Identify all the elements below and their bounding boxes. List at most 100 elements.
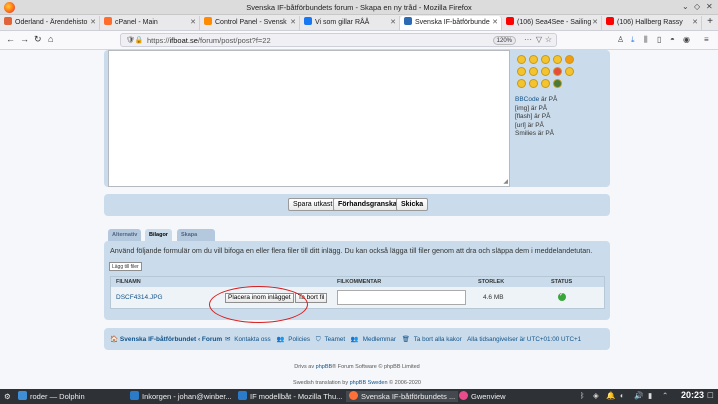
page-actions-icon[interactable]: ···	[524, 35, 532, 44]
smiley-icon[interactable]	[541, 67, 550, 76]
smiley-icon[interactable]	[541, 55, 550, 64]
back-icon[interactable]: ←	[6, 34, 15, 44]
taskbar-item-firefox[interactable]: Svenska IF-båtförbundets ...	[346, 391, 459, 402]
url-text[interactable]: https://ifboat.se/forum/post/post?f=22	[147, 36, 271, 45]
breadcrumb-home[interactable]: Svenska IF-båtförbundet	[120, 336, 196, 343]
bluetooth-icon[interactable]: ᛒ	[580, 391, 585, 400]
close-window-icon[interactable]: ✕	[706, 2, 713, 11]
oderland-favicon-icon	[4, 17, 12, 25]
taskbar-item-gwenview[interactable]: Gwenview	[459, 391, 506, 402]
tab-youtube-hallberg[interactable]: (106) Hallberg Rassy ✕	[602, 16, 702, 30]
message-textarea[interactable]: ◢	[108, 50, 510, 187]
smiley-icon[interactable]	[529, 67, 538, 76]
resize-grip-icon[interactable]: ◢	[503, 178, 508, 185]
breadcrumb-forum[interactable]: Forum	[202, 336, 222, 343]
smiley-icon[interactable]	[517, 55, 526, 64]
menu-icon[interactable]: ≡	[704, 35, 709, 44]
send-button[interactable]: Skicka	[396, 198, 429, 211]
sidebar-icon[interactable]: ▯	[657, 35, 661, 44]
show-desktop-icon[interactable]: ☐	[707, 391, 714, 400]
smiley-icon[interactable]	[541, 79, 550, 88]
tab-label: cPanel - Main	[115, 19, 158, 26]
minimize-icon[interactable]: ⌄	[682, 2, 689, 11]
flash-line: [flash] är PÅ	[515, 113, 551, 120]
add-files-button[interactable]: Lägg till filer	[109, 262, 142, 271]
close-tab-icon[interactable]: ✕	[592, 16, 598, 30]
tab-options[interactable]: Alternativ	[108, 229, 142, 241]
tab-attachments[interactable]: Bilagor	[145, 229, 172, 241]
close-tab-icon[interactable]: ✕	[390, 16, 396, 30]
tray-expand-icon[interactable]: ⌃	[662, 391, 668, 400]
new-tab-icon[interactable]: +	[707, 16, 713, 27]
home-icon: 🏠	[110, 336, 119, 343]
smiley-icon[interactable]	[517, 67, 526, 76]
tab-poll[interactable]: Skapa omröstning	[177, 229, 216, 250]
phpbb-link[interactable]: phpBB	[316, 364, 333, 370]
timezone-text: Alla tidsangivelser är UTC+01:00 UTC+1	[467, 336, 582, 343]
battery-icon[interactable]: ▮	[648, 391, 652, 400]
policies-link[interactable]: Policies	[288, 336, 310, 343]
bbcode-link[interactable]: BBCode	[515, 96, 539, 103]
mask-icon[interactable]: ◓	[670, 35, 675, 44]
tab-youtube-sea4see[interactable]: (106) Sea4See - Sailing ✕	[502, 16, 602, 30]
file-comment-input[interactable]	[337, 290, 466, 305]
delete-cookies-link[interactable]: Ta bort alla kakor	[414, 336, 462, 343]
downloads-icon[interactable]: ⤓	[631, 35, 635, 45]
smiley-icon[interactable]	[553, 67, 562, 76]
updates-icon[interactable]: ◐	[620, 391, 625, 400]
url-bar[interactable]: 🛡🔒 https://ifboat.se/forum/post/post?f=2…	[120, 33, 557, 47]
smiley-icon[interactable]	[529, 55, 538, 64]
editor-panel: ◢ smilies BBCode är PÅ [img] är PÅ [flas…	[104, 50, 610, 187]
smiley-icon[interactable]	[565, 67, 574, 76]
smiley-icon[interactable]	[553, 79, 562, 88]
tab-oderland[interactable]: Oderland - Ärendehisto ✕	[0, 16, 100, 30]
reload-icon[interactable]: ↻	[34, 34, 42, 45]
attachment-filename-link[interactable]: DSCF4314.JPG	[116, 294, 163, 301]
taskbar-item-thunderbird-compose[interactable]: IF modellbåt - Mozilla Thu...	[238, 391, 342, 402]
tab-control-panel[interactable]: Control Panel - Svensk ✕	[200, 16, 300, 30]
tab-facebook[interactable]: Vi som gillar RÅÅ ✕	[300, 16, 400, 30]
preview-button[interactable]: Förhandsgranska	[333, 198, 402, 211]
zoom-badge[interactable]: 120%	[492, 36, 516, 45]
shield-lock-icon[interactable]: 🛡🔒	[126, 36, 144, 44]
tab-cpanel[interactable]: cPanel - Main ✕	[100, 16, 200, 30]
bbcode-line: BBCode är PÅ	[515, 96, 558, 103]
smiley-icon[interactable]	[565, 55, 574, 64]
shield-icon: ⛉	[315, 336, 321, 343]
tab-ifboat-forum[interactable]: Svenska IF-båtförbunde ✕	[400, 16, 502, 30]
group-icon: 👥	[276, 336, 285, 343]
maximize-icon[interactable]: ◇	[694, 2, 700, 11]
smiley-icon[interactable]	[553, 55, 562, 64]
close-tab-icon[interactable]: ✕	[692, 16, 698, 30]
application-launcher-icon[interactable]: ⚙	[4, 391, 11, 402]
navigation-bar: ← → ↻ ⌂ 🛡🔒 https://ifboat.se/forum/post/…	[0, 31, 718, 50]
phpbb-sweden-link[interactable]: phpBB Sweden	[350, 380, 388, 386]
header-filename: FILNAMN	[116, 279, 141, 285]
extension-icon[interactable]: ♙	[617, 35, 624, 44]
members-link[interactable]: Medlemmar	[363, 336, 396, 343]
notifications-icon[interactable]: 🔔	[606, 391, 615, 400]
bookmark-star-icon[interactable]: ☆	[545, 35, 552, 44]
clock[interactable]: 20:23	[681, 390, 704, 400]
forward-icon[interactable]: →	[20, 34, 29, 44]
addon-icon[interactable]: ◉	[683, 35, 690, 44]
team-link[interactable]: Teamet	[324, 336, 345, 343]
network-icon[interactable]: ◈	[593, 391, 599, 400]
smiley-icon[interactable]	[529, 79, 538, 88]
header-size: STORLEK	[478, 279, 505, 285]
pocket-icon[interactable]: ▽	[536, 35, 542, 44]
volume-icon[interactable]: 🔊	[634, 391, 643, 400]
smiley-icon[interactable]	[517, 79, 526, 88]
header-comment: FILKOMMENTAR	[337, 279, 382, 285]
contact-link[interactable]: Kontakta oss	[234, 336, 270, 343]
save-draft-button[interactable]: Spara utkast	[288, 198, 338, 211]
library-icon[interactable]: ⫼	[644, 35, 648, 45]
home-icon[interactable]: ⌂	[48, 34, 53, 44]
taskbar-item-thunderbird-inbox[interactable]: Inkorgen - johan@winber...	[130, 391, 232, 402]
close-tab-icon[interactable]: ✕	[190, 16, 196, 30]
close-tab-icon[interactable]: ✕	[290, 16, 296, 30]
window-titlebar: Svenska IF-båtförbundets forum - Skapa e…	[0, 0, 718, 15]
close-tab-icon[interactable]: ✕	[90, 16, 96, 30]
close-tab-icon[interactable]: ✕	[492, 16, 498, 30]
taskbar-item-dolphin[interactable]: roder — Dolphin	[18, 391, 85, 402]
